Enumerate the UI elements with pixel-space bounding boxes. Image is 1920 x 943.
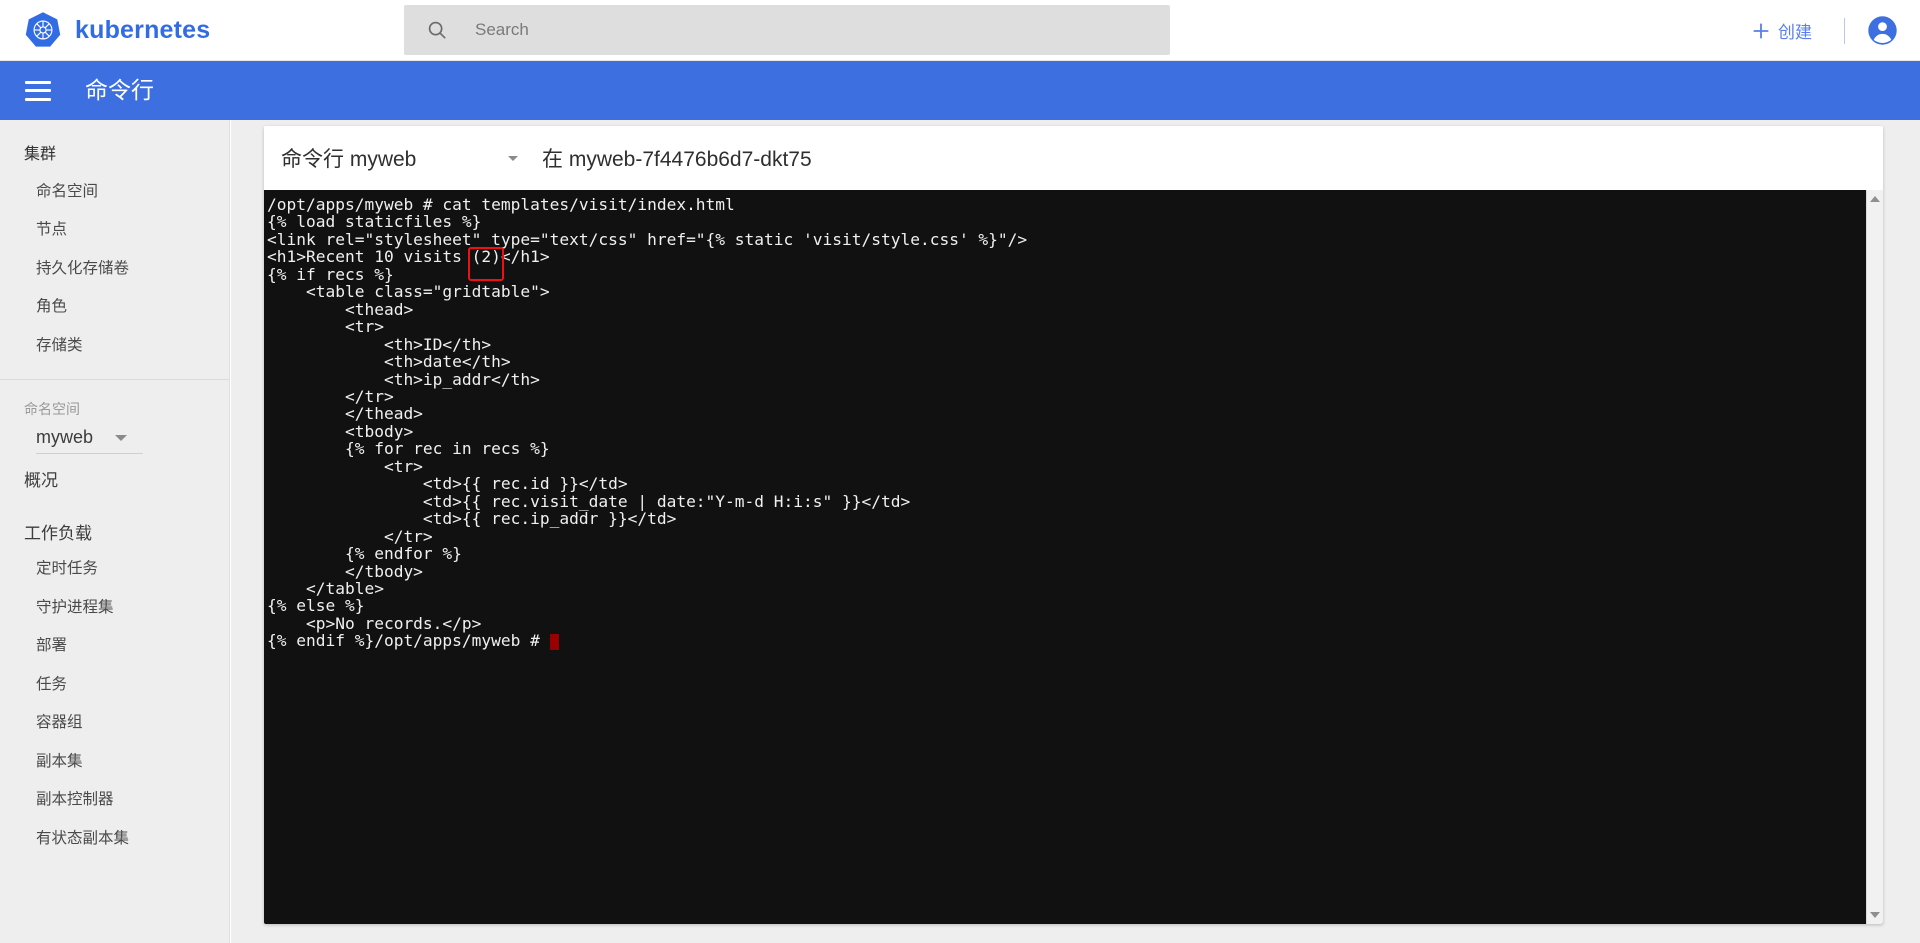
- sidebar-item-deployments[interactable]: 部署: [0, 627, 229, 665]
- brand-name: kubernetes: [75, 15, 211, 44]
- hamburger-menu-icon[interactable]: [25, 80, 51, 101]
- scroll-up-arrow-icon[interactable]: [1870, 196, 1880, 202]
- namespace-select-value: myweb: [36, 427, 94, 448]
- terminal-scrollbar[interactable]: [1866, 190, 1883, 924]
- sidebar-item-persistent-volumes[interactable]: 持久化存储卷: [0, 250, 229, 288]
- sidebar-item-namespaces[interactable]: 命名空间: [0, 173, 229, 211]
- chevron-down-icon: [115, 434, 128, 441]
- sidebar-item-daemon-sets[interactable]: 守护进程集: [0, 589, 229, 627]
- sidebar-item-nodes[interactable]: 节点: [0, 211, 229, 249]
- sidebar-namespace-label: 命名空间: [24, 401, 80, 418]
- top-bar-actions: 创建: [1741, 0, 1920, 61]
- brand[interactable]: kubernetes: [24, 11, 394, 49]
- kubernetes-helm-icon: [24, 11, 62, 49]
- sidebar-item-pods[interactable]: 容器组: [0, 704, 229, 742]
- sidebar-item-jobs[interactable]: 任务: [0, 666, 229, 704]
- sidebar-item-stateful-sets[interactable]: 有状态副本集: [0, 820, 229, 858]
- hamburger-bar: [25, 97, 51, 101]
- main-content: 命令行 myweb 在 myweb-7f4476b6d7-dkt75 /opt/…: [231, 120, 1920, 943]
- toolbar-divider: [1844, 17, 1845, 44]
- top-app-bar: kubernetes 创建: [0, 0, 1920, 61]
- sidebar-item-roles[interactable]: 角色: [0, 288, 229, 326]
- create-button[interactable]: 创建: [1741, 12, 1822, 49]
- terminal-cursor: [549, 633, 559, 650]
- terminal-output-area[interactable]: /opt/apps/myweb # cat templates/visit/in…: [264, 190, 1866, 924]
- sidebar-group-workloads-title: 工作负载: [24, 524, 92, 544]
- sidebar-group-cluster-title: 集群: [24, 146, 57, 163]
- chevron-down-icon: [508, 155, 518, 161]
- hamburger-bar: [25, 80, 51, 84]
- sidebar-item-replication-controllers[interactable]: 副本控制器: [0, 781, 229, 819]
- create-button-label: 创建: [1778, 23, 1812, 42]
- search-icon: [426, 19, 448, 41]
- scroll-down-arrow-icon[interactable]: [1870, 912, 1880, 918]
- page-subheader: 命令行: [0, 61, 1920, 120]
- hamburger-bar: [25, 89, 51, 92]
- account-circle-icon[interactable]: [1867, 15, 1898, 46]
- sidebar-item-cron-jobs[interactable]: 定时任务: [0, 550, 229, 588]
- search-bar[interactable]: [404, 5, 1170, 55]
- terminal-panel[interactable]: /opt/apps/myweb # cat templates/visit/in…: [264, 190, 1883, 924]
- search-input[interactable]: [473, 15, 1093, 45]
- sidebar-nav: 集群 命名空间 节点 持久化存储卷 角色 存储类 命名空间 myweb 概况 工…: [0, 120, 230, 943]
- sidebar-item-storage-classes[interactable]: 存储类: [0, 327, 229, 365]
- terminal-pod-label: 在 myweb-7f4476b6d7-dkt75: [542, 148, 812, 171]
- terminal-container-select-label: 命令行 myweb: [281, 148, 417, 171]
- namespace-select[interactable]: myweb: [36, 427, 143, 455]
- sidebar-item-overview[interactable]: 概况: [0, 454, 229, 503]
- terminal-container-select[interactable]: 命令行 myweb: [281, 143, 524, 173]
- page-title: 命令行: [85, 77, 154, 103]
- terminal-card: 命令行 myweb 在 myweb-7f4476b6d7-dkt75 /opt/…: [264, 126, 1883, 924]
- terminal-card-header: 命令行 myweb 在 myweb-7f4476b6d7-dkt75: [264, 126, 1883, 190]
- terminal-output-text: /opt/apps/myweb # cat templates/visit/in…: [267, 195, 1028, 651]
- sidebar-item-replica-sets[interactable]: 副本集: [0, 743, 229, 781]
- plus-icon: [1751, 21, 1771, 41]
